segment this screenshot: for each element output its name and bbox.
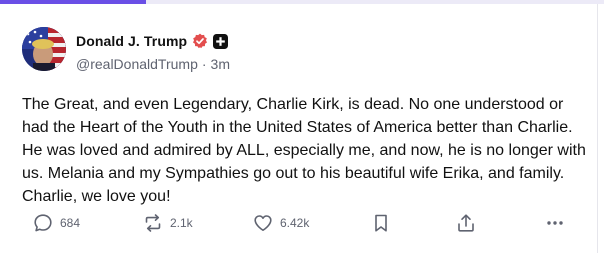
- plus-badge-icon: [213, 33, 229, 49]
- reply-icon: [32, 212, 54, 234]
- action-bar: 684 2.1k 6.42k: [22, 211, 582, 235]
- handle-row: @realDonaldTrump · 3m: [76, 56, 230, 72]
- avatar-image: [22, 27, 66, 71]
- share-icon: [455, 212, 477, 234]
- avatar[interactable]: [22, 27, 66, 71]
- repost-button[interactable]: 2.1k: [142, 211, 193, 235]
- more-options-button[interactable]: [544, 211, 566, 235]
- author-row: Donald J. Trump: [76, 31, 229, 51]
- repost-count: 2.1k: [170, 216, 193, 230]
- post-body: The Great, and even Legendary, Charlie K…: [22, 96, 586, 205]
- repost-icon: [142, 212, 164, 234]
- author-handle[interactable]: @realDonaldTrump: [76, 56, 198, 72]
- heart-icon: [252, 212, 274, 234]
- like-button[interactable]: 6.42k: [252, 211, 309, 235]
- post-timestamp[interactable]: 3m: [211, 56, 230, 72]
- bookmark-icon: [370, 212, 392, 234]
- reply-button[interactable]: 684: [32, 211, 80, 235]
- more-icon: [544, 212, 566, 234]
- bookmark-button[interactable]: [370, 211, 392, 235]
- like-count: 6.42k: [280, 216, 310, 230]
- author-display-name[interactable]: Donald J. Trump: [76, 33, 187, 49]
- reply-count: 684: [60, 216, 81, 230]
- share-button[interactable]: [455, 211, 477, 235]
- meta-separator: ·: [201, 56, 207, 72]
- post-card: Donald J. Trump @realDonaldTrump · 3m Th…: [0, 4, 598, 253]
- verified-badge-icon: [192, 33, 208, 49]
